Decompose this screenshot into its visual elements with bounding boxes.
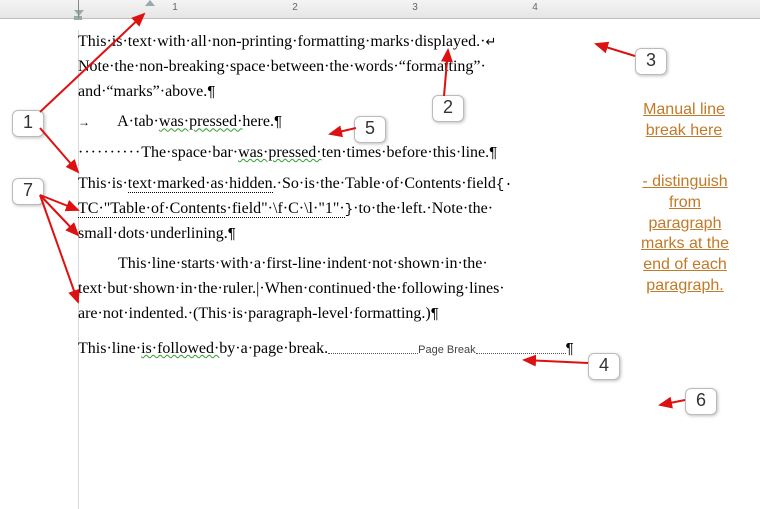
note-line: Manual line [643,101,725,118]
note-line: from [669,194,701,211]
text: This·line·starts·with·a·first-line·inden… [118,255,488,272]
first-line-indent-marker[interactable] [145,0,155,6]
field-brace-close-icon: } [345,202,353,218]
text: by·a·page·break. [219,340,328,357]
paragraph-3: ··········The·space·bar·was·pressed·ten·… [78,141,653,166]
manual-line-break-mark: ↵ [485,34,496,49]
pilcrow-icon: ¶ [207,83,215,100]
ruler-num: 2 [292,2,298,13]
field-brace-open-icon: {· [496,177,513,193]
page-break-label: Page Break [418,344,475,356]
pilcrow-icon: ¶ [228,225,236,242]
tab-arrow-icon: → [78,113,114,132]
paragraph-1: This·is·text·with·all·non-printing·forma… [78,30,653,104]
grammar-squiggle: was·pressed· [238,144,322,161]
ruler: 1 2 3 4 [0,0,760,19]
paragraph-4: This·is·text·marked·as·hidden.·So·is·the… [78,172,653,246]
leading-spaces-dots: ·········· [78,144,141,161]
text: Note·the·non-breaking·space·between·the·… [78,58,486,75]
text: and·“marks”·above. [78,83,207,100]
hidden-text: text·marked·as·hidden [128,175,273,193]
grammar-squiggle: is·followed· [141,340,219,357]
text: A·tab· [117,113,159,130]
text: This·is· [78,175,128,192]
callout-1: 1 [12,110,44,137]
note-line: break here [646,122,723,139]
document-body[interactable]: This·is·text·with·all·non-printing·forma… [78,30,653,366]
note-line: marks at the [641,235,729,252]
note-line: paragraph. [646,277,723,294]
note-line: - distinguish [642,173,727,190]
paragraph-5: This·line·starts·with·a·first-line·inden… [78,252,653,326]
field-code-text: TC·"Table·of·Contents·field"·\f·C·\l·"1"… [78,200,345,218]
pilcrow-icon: ¶ [431,305,439,322]
callout-6: 6 [685,388,717,415]
text: here. [242,113,274,130]
text: The·space·bar· [141,144,238,161]
callout-2: 2 [432,95,464,122]
pilcrow-icon: ¶ [274,113,282,130]
ruler-num: 3 [412,2,418,13]
text: text·but·shown·in·the·ruler.|·When·conti… [78,280,505,297]
text: small·dots·underlining. [78,225,228,242]
callout-3: 3 [635,48,667,75]
ruler-num: 1 [172,2,178,13]
text: This·is·text·with·all·non-printing·forma… [78,33,485,50]
note-distinguish-paragraph-marks: - distinguish from paragraph marks at th… [620,172,750,297]
callout-7: 7 [12,178,44,205]
text: are·not·indented.·(This·is·paragraph-lev… [78,305,431,322]
grammar-squiggle: was·pressed· [159,113,243,130]
pilcrow-icon: ¶ [566,340,574,357]
text: This·line· [78,340,141,357]
paragraph-6: This·line·is·followed·by·a·page·break. Pa… [78,337,653,362]
ruler-num: 4 [532,2,538,13]
callout-4: 4 [588,353,620,380]
text: ten·times·before·this·line. [322,144,490,161]
note-line: paragraph [649,215,722,232]
text: .·So·is·the·Table·of·Contents·field [273,175,496,192]
note-line: end of each [643,256,727,273]
note-manual-line-break: Manual line break here [618,100,750,142]
pilcrow-icon: ¶ [489,144,497,161]
text: ·to·the·left.·Note·the· [353,200,493,217]
callout-5: 5 [354,116,386,143]
